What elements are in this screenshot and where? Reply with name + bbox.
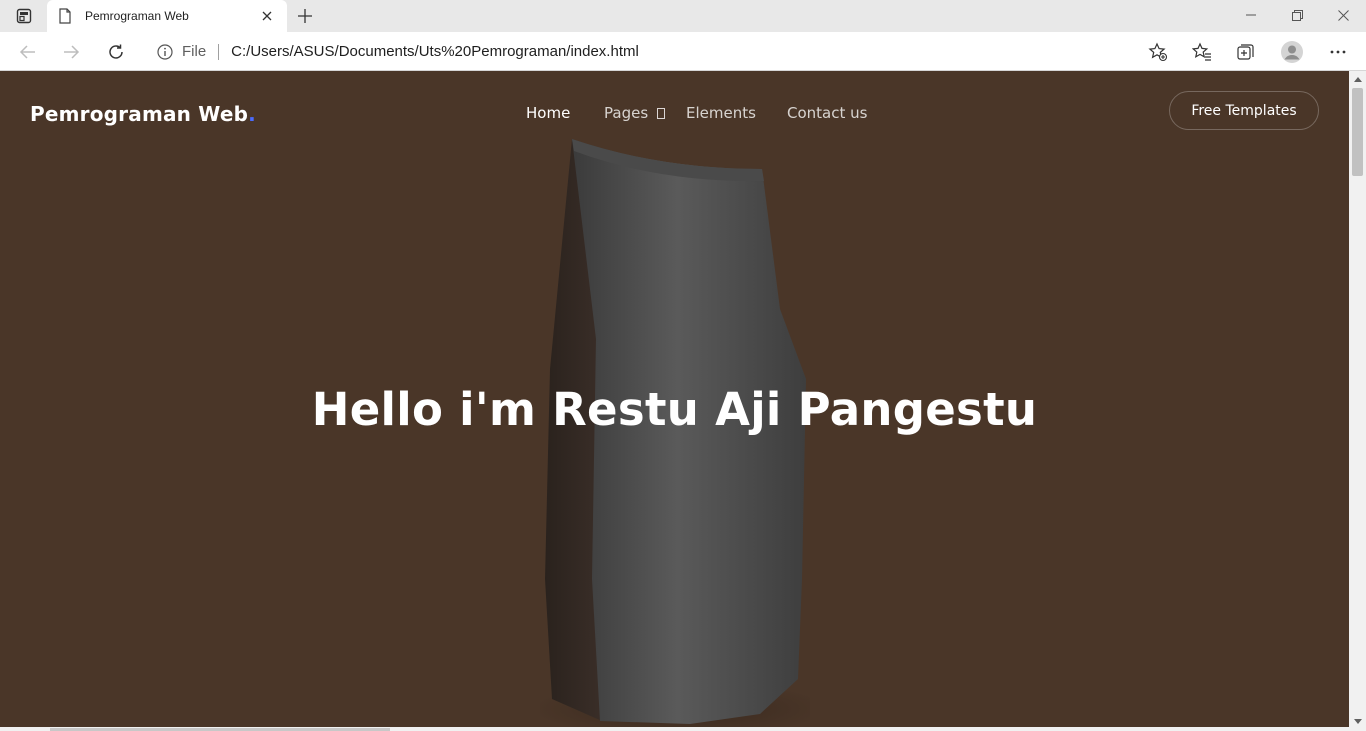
brand-name: Pemrograman Web (30, 102, 249, 126)
scrollbar-thumb[interactable] (1352, 88, 1363, 176)
vertical-scrollbar[interactable] (1349, 71, 1366, 731)
profile-button[interactable] (1276, 36, 1308, 68)
page-viewport: Pemrograman Web. Home Pages Elements Con… (0, 71, 1349, 731)
close-icon (1337, 9, 1349, 21)
hero-title: Hello i'm Restu Aji Pangestu (311, 383, 1038, 436)
brand-dot: . (248, 102, 256, 126)
collections-button[interactable] (1230, 36, 1262, 68)
info-icon[interactable] (156, 43, 174, 61)
favorites-icon (1192, 42, 1211, 61)
refresh-button[interactable] (100, 36, 132, 68)
collections-icon (1237, 44, 1254, 60)
refresh-icon (109, 44, 123, 59)
url-scheme-label: File (182, 43, 207, 60)
page-file-icon (57, 8, 73, 24)
caret-icon[interactable] (657, 108, 665, 119)
favorites-button[interactable] (1186, 36, 1218, 68)
tab-actions-icon (16, 8, 32, 24)
forward-button[interactable] (55, 36, 87, 68)
browser-tab[interactable]: Pemrograman Web (47, 0, 287, 32)
nav-pages[interactable]: Pages (604, 104, 648, 122)
restore-icon (1291, 9, 1303, 21)
tab-title: Pemrograman Web (85, 9, 189, 23)
back-arrow-icon (19, 45, 35, 59)
nav-contact[interactable]: Contact us (787, 104, 867, 122)
address-divider (218, 43, 220, 60)
restore-button[interactable] (1274, 0, 1320, 30)
forward-arrow-icon (64, 45, 80, 59)
horizontal-scrollbar[interactable] (0, 727, 1349, 731)
back-button[interactable] (12, 36, 44, 68)
nav-home[interactable]: Home (526, 104, 570, 122)
browser-toolbar: File C:/Users/ASUS/Documents/Uts%20Pemro… (0, 32, 1366, 71)
close-window-button[interactable] (1320, 0, 1366, 30)
nav-elements[interactable]: Elements (686, 104, 756, 122)
free-templates-button[interactable]: Free Templates (1169, 91, 1319, 130)
profile-icon (1281, 41, 1303, 63)
new-tab-button[interactable] (292, 4, 318, 28)
minimize-icon (1246, 14, 1256, 16)
scroll-up-icon[interactable] (1349, 71, 1366, 87)
address-bar[interactable]: File C:/Users/ASUS/Documents/Uts%20Pemro… (144, 36, 1174, 67)
more-button[interactable] (1322, 36, 1354, 68)
tab-actions-button[interactable] (8, 4, 40, 28)
tab-strip: Pemrograman Web (0, 0, 1366, 32)
scroll-down-icon[interactable] (1349, 713, 1366, 729)
close-icon[interactable] (257, 6, 277, 26)
add-favorite-icon[interactable] (1142, 38, 1174, 66)
more-icon (1330, 50, 1346, 54)
minimize-button[interactable] (1228, 0, 1274, 30)
site-navbar: Pemrograman Web. Home Pages Elements Con… (0, 71, 1349, 155)
url-text[interactable]: C:/Users/ASUS/Documents/Uts%20Pemrograma… (231, 43, 1142, 60)
site-brand[interactable]: Pemrograman Web. (30, 102, 256, 126)
plus-icon (298, 9, 312, 23)
